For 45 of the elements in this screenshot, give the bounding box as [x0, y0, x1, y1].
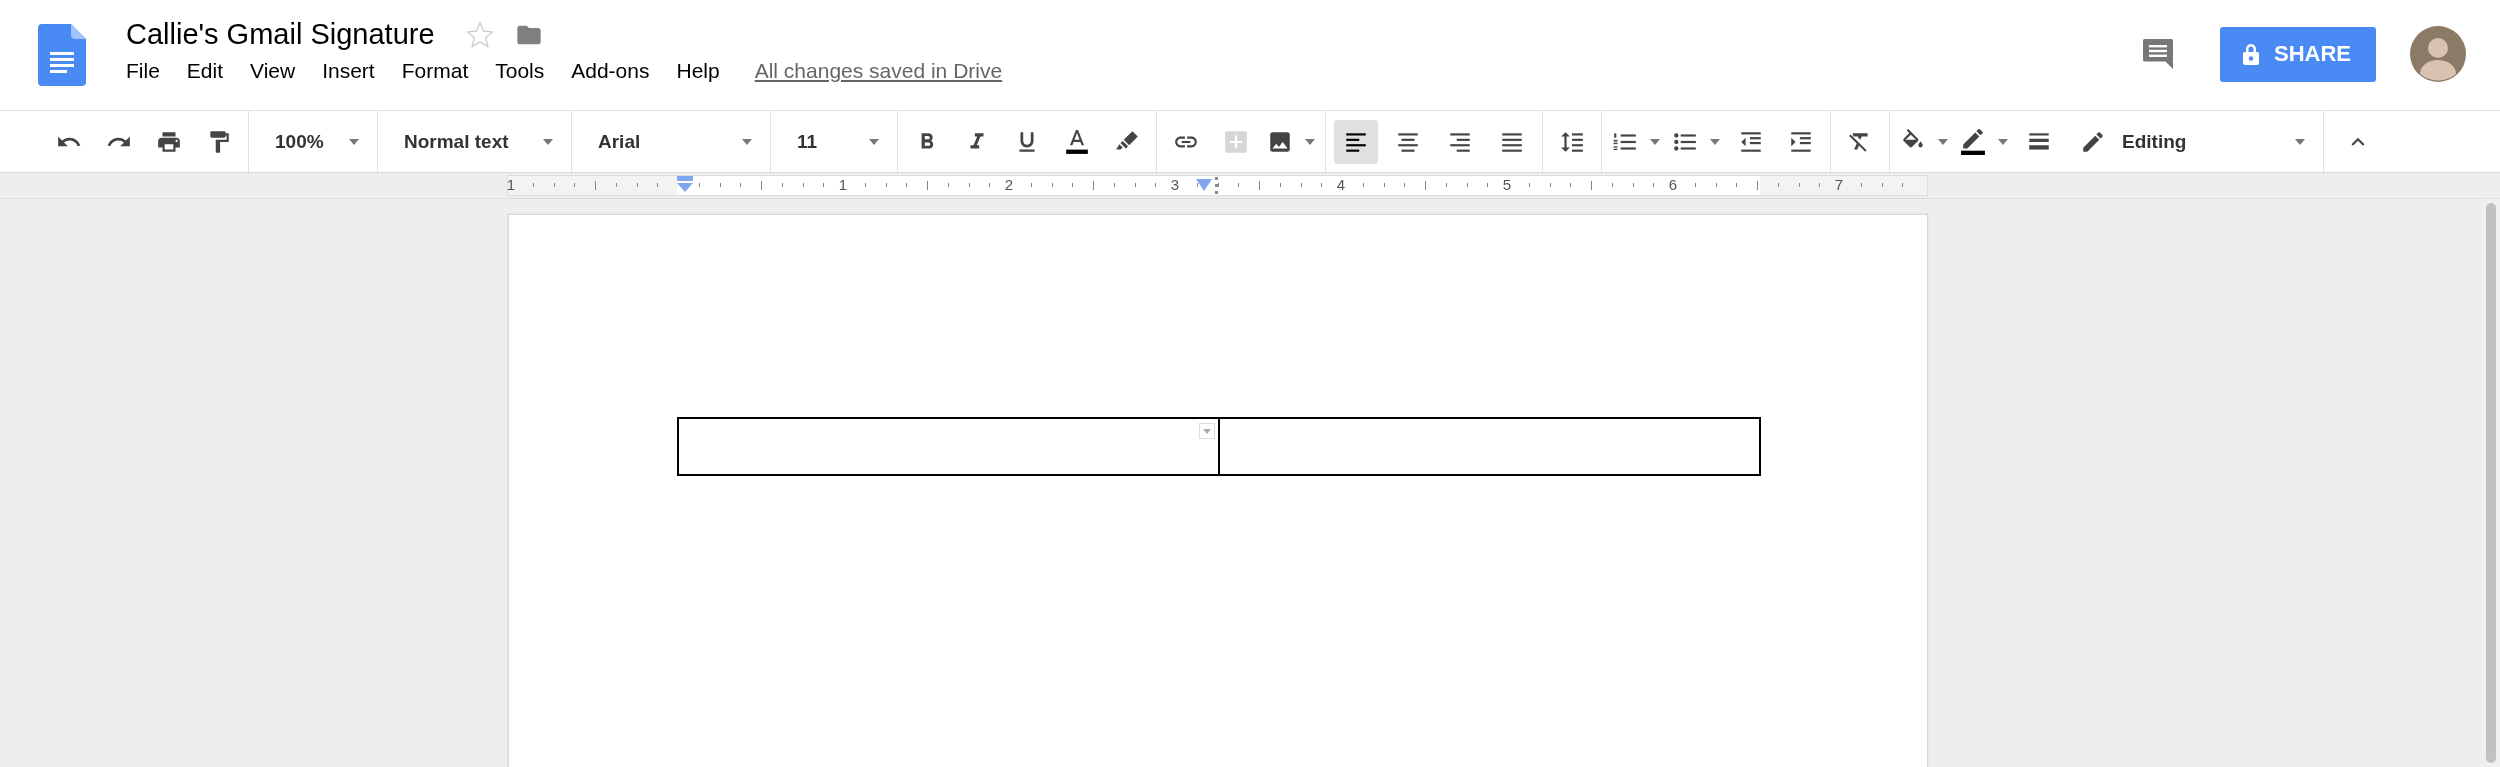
zoom-dropdown[interactable]: 100% — [253, 111, 373, 172]
menu-item[interactable]: View — [250, 59, 296, 83]
menu-item[interactable]: Insert — [322, 59, 375, 83]
ruler-number: 3 — [1170, 176, 1180, 193]
menu-item[interactable]: Tools — [495, 59, 545, 83]
ruler-number: 1 — [838, 176, 848, 193]
dropdown-arrow-icon[interactable] — [869, 138, 879, 145]
dropdown-arrow-icon[interactable] — [1998, 138, 2008, 145]
left-indent-marker-icon[interactable] — [676, 176, 694, 194]
dropdown-arrow-icon[interactable] — [1305, 138, 1315, 145]
dropdown-arrow-icon[interactable] — [543, 138, 553, 145]
avatar[interactable] — [2410, 26, 2466, 82]
ruler-number: 7 — [1834, 176, 1844, 193]
right-indent-marker-icon[interactable] — [1196, 179, 1212, 193]
menu-item[interactable]: Add-ons — [571, 59, 650, 83]
docs-logo-icon[interactable] — [38, 24, 86, 86]
text-color-icon[interactable] — [1064, 128, 1090, 155]
dropdown-arrow-icon[interactable] — [1710, 138, 1720, 145]
menu-item[interactable]: Format — [401, 59, 469, 83]
column-marker-icon[interactable] — [1214, 176, 1220, 195]
menu-item[interactable]: Edit — [186, 59, 224, 83]
cell-menu-icon[interactable] — [1199, 423, 1215, 439]
ruler-number: 5 — [1502, 176, 1512, 193]
style-dropdown[interactable]: Normal text — [382, 111, 567, 172]
ruler-number: 2 — [1004, 176, 1014, 193]
dropdown-arrow-icon[interactable] — [2295, 138, 2305, 145]
scrollbar-thumb[interactable] — [2486, 203, 2496, 763]
dropdown-arrow-icon[interactable] — [1650, 138, 1660, 145]
star-icon[interactable] — [464, 19, 495, 50]
lock-icon — [2242, 43, 2260, 65]
document-title[interactable]: Callie's Gmail Signature — [126, 18, 435, 51]
align-button[interactable] — [1334, 119, 1378, 164]
dropdown-arrow-icon[interactable] — [1938, 138, 1948, 145]
font-size-dropdown[interactable]: 11 — [775, 111, 893, 172]
save-status-link[interactable]: All changes saved in Drive — [754, 59, 1003, 83]
menu-item[interactable]: Help — [676, 59, 720, 83]
ruler-number: 1 — [506, 176, 516, 193]
dropdown-arrow-icon[interactable] — [349, 138, 359, 145]
menu-item[interactable]: File — [126, 59, 160, 83]
font-dropdown[interactable]: Arial — [576, 111, 766, 172]
ruler-number: 4 — [1336, 176, 1346, 193]
mode-dropdown[interactable]: Editing — [2064, 111, 2319, 172]
dropdown-arrow-icon[interactable] — [742, 138, 752, 145]
border-color-icon[interactable] — [1960, 128, 1986, 155]
ruler-number: 6 — [1668, 176, 1678, 193]
